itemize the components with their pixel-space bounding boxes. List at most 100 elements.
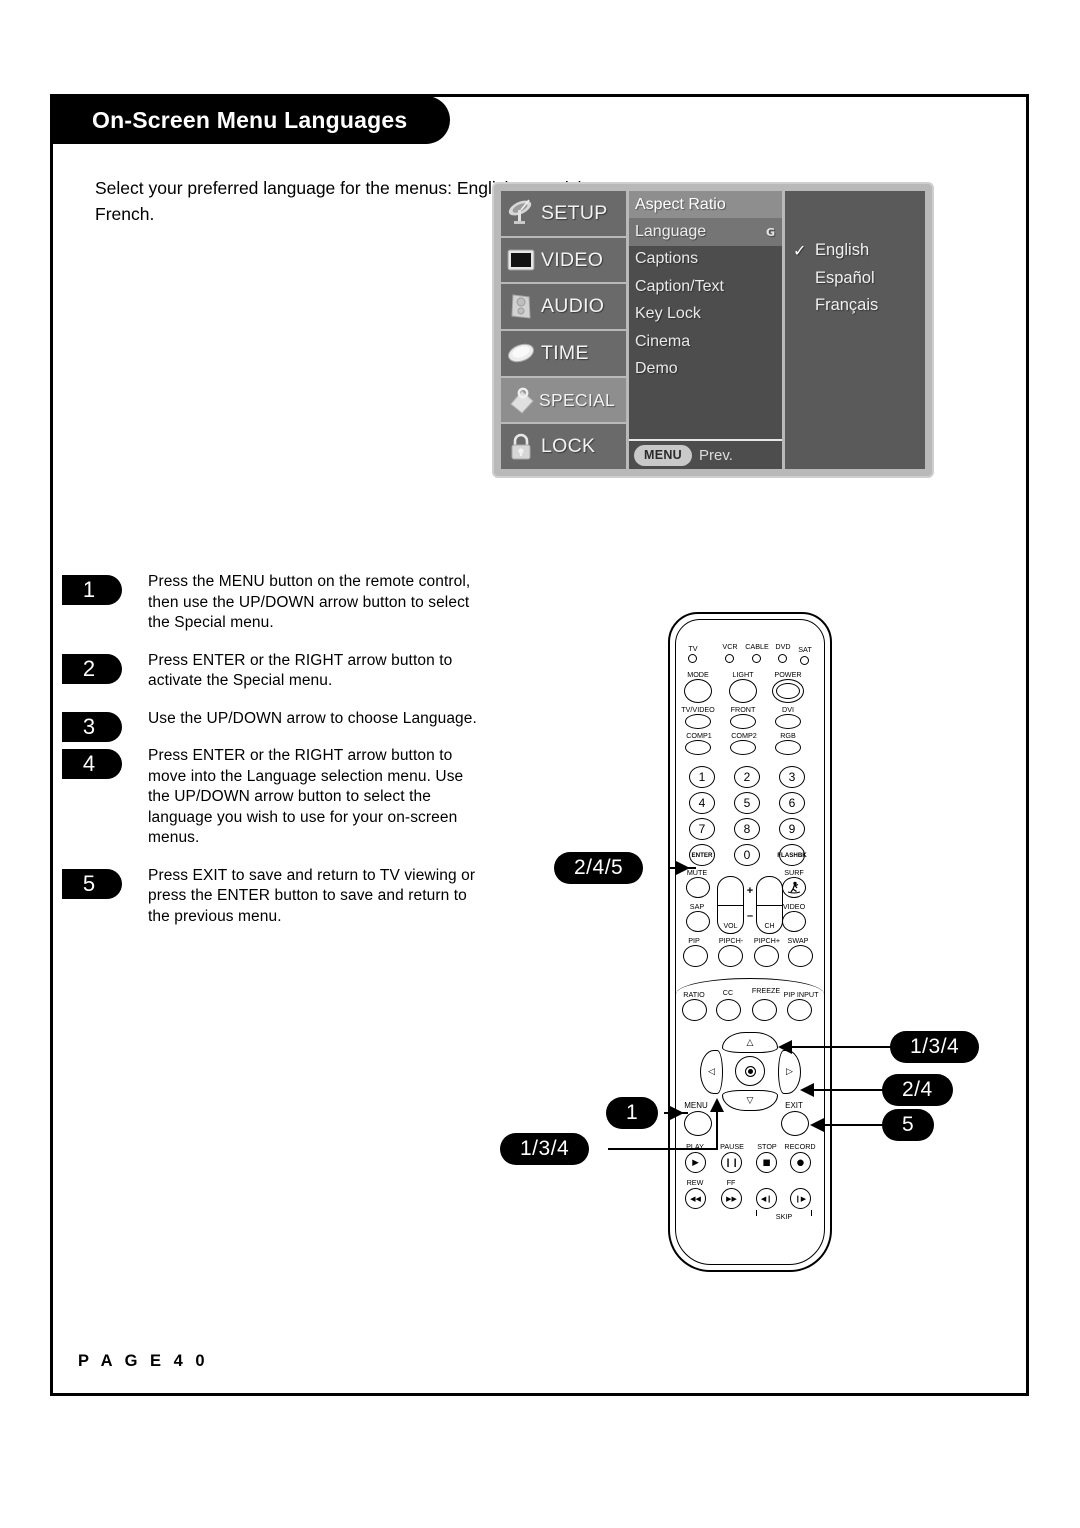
step-text: Press the MENU button on the remote cont…: [148, 573, 471, 631]
language-option-francais[interactable]: Français: [793, 292, 925, 320]
sap-button[interactable]: [686, 911, 710, 932]
language-option-english[interactable]: ✓ English: [793, 237, 925, 265]
dpad-ok-button[interactable]: [735, 1056, 765, 1086]
key-9[interactable]: 9: [779, 818, 805, 840]
dpad-left-button[interactable]: ◁: [700, 1050, 723, 1094]
freeze-button[interactable]: [752, 999, 777, 1021]
key-7[interactable]: 7: [689, 818, 715, 840]
osd-submenu-item-caption-text[interactable]: Caption/Text: [629, 273, 782, 301]
led-label-sat: SAT: [798, 645, 812, 654]
callout-enter: 2/4/5: [554, 852, 644, 884]
key-0[interactable]: 0: [734, 844, 760, 866]
dpad-down-button[interactable]: ▽: [722, 1090, 778, 1111]
menu-button[interactable]: [684, 1111, 712, 1136]
play-button[interactable]: ▶: [685, 1152, 706, 1173]
step-text: Use the UP/DOWN arrow to choose Language…: [148, 709, 477, 727]
tv-screen-icon: [505, 245, 537, 275]
osd-rail-label: SPECIAL: [539, 389, 616, 410]
step-item: 4 Press ENTER or the RIGHT arrow button …: [62, 746, 482, 849]
key-5[interactable]: 5: [734, 792, 760, 814]
osd-rail-label: AUDIO: [541, 295, 605, 318]
dvi-button[interactable]: [775, 714, 801, 729]
surf-button[interactable]: [782, 877, 806, 898]
osd-submenu-item-key-lock[interactable]: Key Lock: [629, 300, 782, 328]
front-button[interactable]: [730, 714, 756, 729]
osd-rail-item-setup[interactable]: SETUP: [501, 191, 626, 236]
rgb-button[interactable]: [775, 740, 801, 755]
osd-language-panel: ✓ English Español Français: [785, 191, 925, 469]
callout-up-arrow: 1/3/4: [890, 1031, 980, 1063]
language-option-espanol[interactable]: Español: [793, 265, 925, 293]
ratio-button[interactable]: [682, 999, 707, 1021]
osd-rail-item-time[interactable]: TIME: [501, 331, 626, 376]
dpad-up-button[interactable]: △: [722, 1032, 778, 1053]
button-label-ratio: RATIO: [683, 990, 705, 999]
osd-rail-item-video[interactable]: VIDEO: [501, 237, 626, 283]
video-button[interactable]: [782, 911, 806, 932]
pip-input-button[interactable]: [787, 999, 812, 1021]
dpad-center-dot-icon: [744, 1065, 756, 1077]
pipch-plus-button[interactable]: [754, 945, 779, 967]
volume-rocker[interactable]: VOL: [717, 876, 744, 934]
minus-sign-icon: –: [746, 910, 754, 922]
cc-button[interactable]: [716, 999, 741, 1021]
record-button[interactable]: ●: [790, 1152, 811, 1173]
osd-rail-item-special[interactable]: SPECIAL: [501, 377, 626, 423]
mute-button[interactable]: [686, 877, 710, 898]
flashbk-button[interactable]: FLASHBK: [777, 844, 807, 866]
comp2-button[interactable]: [730, 740, 756, 755]
osd-submenu-item-demo[interactable]: Demo: [629, 355, 782, 383]
osd-submenu-item-aspect-ratio[interactable]: Aspect Ratio: [629, 191, 782, 219]
fast-forward-button[interactable]: ▶▶: [721, 1188, 742, 1209]
key-8[interactable]: 8: [734, 818, 760, 840]
pause-button[interactable]: ❙❙: [721, 1152, 742, 1173]
osd-rail-label: VIDEO: [541, 248, 604, 271]
button-label-mode: MODE: [687, 670, 709, 679]
osd-rail-item-audio[interactable]: AUDIO: [501, 284, 626, 330]
satellite-dish-icon: [505, 198, 537, 228]
light-button[interactable]: [729, 679, 757, 703]
button-label-light: LIGHT: [732, 670, 754, 679]
key-3[interactable]: 3: [779, 766, 805, 788]
osd-rail-item-lock[interactable]: LOCK: [501, 424, 626, 470]
mode-button[interactable]: [684, 679, 712, 703]
speaker-icon: [505, 292, 537, 322]
menu-key-badge[interactable]: MENU: [634, 444, 693, 466]
callout-arrowhead-menu: [670, 1106, 684, 1120]
button-label-power: POWER: [774, 670, 802, 679]
page-number: P A G E 4 0: [78, 1352, 209, 1370]
enter-button[interactable]: ENTER: [689, 844, 715, 866]
pip-button[interactable]: [683, 945, 708, 967]
comp1-button[interactable]: [685, 740, 711, 755]
stop-button[interactable]: ■: [756, 1152, 777, 1173]
osd-category-rail: SETUP VIDEO AUDIO TIME SPECIAL LOCK: [501, 191, 626, 470]
callout-arrowhead-up: [778, 1040, 792, 1054]
button-label-comp2: COMP2: [731, 731, 757, 740]
exit-button[interactable]: [781, 1111, 809, 1136]
osd-submenu-item-captions[interactable]: Captions: [629, 245, 782, 274]
skip-forward-button[interactable]: ❙▶: [790, 1188, 811, 1209]
button-label-rew: REW: [686, 1178, 704, 1187]
callout-leader-down: [608, 1148, 718, 1150]
pipch-minus-button[interactable]: [718, 945, 743, 967]
skip-back-button[interactable]: ◀❙: [756, 1188, 777, 1209]
rewind-button[interactable]: ◀◀: [685, 1188, 706, 1209]
step-item: 3 Use the UP/DOWN arrow to choose Langua…: [62, 709, 482, 742]
dpad-right-button[interactable]: ▷: [778, 1050, 801, 1094]
channel-rocker[interactable]: CH: [756, 876, 783, 934]
osd-submenu-item-language[interactable]: Language G: [629, 218, 782, 246]
swap-button[interactable]: [788, 945, 813, 967]
key-4[interactable]: 4: [689, 792, 715, 814]
key-1[interactable]: 1: [689, 766, 715, 788]
power-button-inner: [776, 683, 800, 699]
button-label-pipch-minus: PIPCH-: [718, 936, 744, 945]
button-label-swap: SWAP: [787, 936, 809, 945]
tv-video-button[interactable]: [685, 714, 711, 729]
key-6[interactable]: 6: [779, 792, 805, 814]
osd-submenu-label: Key Lock: [635, 305, 701, 323]
padlock-icon: [505, 432, 537, 462]
osd-submenu-item-cinema[interactable]: Cinema: [629, 327, 782, 356]
callout-riser-down: [716, 1112, 718, 1150]
key-2[interactable]: 2: [734, 766, 760, 788]
osd-submenu-list: Aspect Ratio Language G Captions Caption…: [629, 191, 782, 469]
